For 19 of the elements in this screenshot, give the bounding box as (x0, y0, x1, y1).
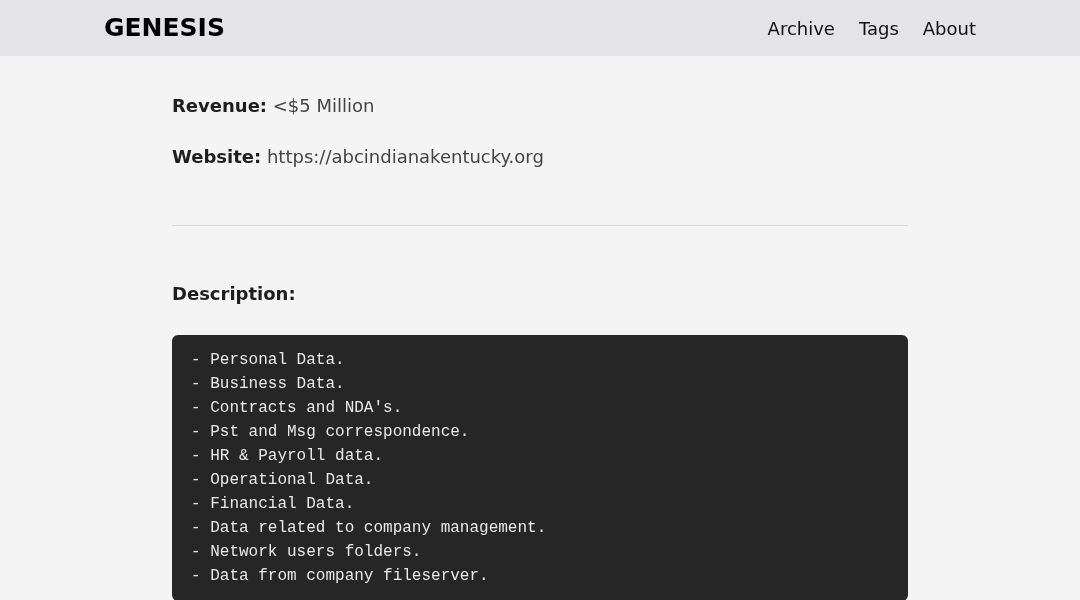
code-line: - Contracts and NDA's. (191, 398, 403, 419)
nav-link[interactable]: About (922, 14, 976, 42)
nav-link[interactable]: Tags (858, 14, 899, 42)
field-label: Website: (172, 146, 262, 167)
code-line: - Network users folders. (191, 542, 422, 563)
code-line: - Operational Data. (191, 470, 374, 491)
code-line: - HR & Payroll data. (191, 446, 384, 467)
code-line: - Personal Data. (191, 350, 345, 371)
code-line: - Data from company fileserver. (191, 566, 489, 587)
site-logo[interactable]: GENESIS (104, 9, 225, 47)
code-line: - Pst and Msg correspondence. (191, 422, 470, 443)
field-value: <$5 Million (272, 95, 375, 116)
code-line: - Data related to company management. (191, 518, 547, 539)
code-line: - Financial Data. (191, 494, 355, 515)
field-label: Revenue: (172, 95, 268, 116)
field-value: https://abcindianakentucky.org (266, 146, 544, 167)
nav-link[interactable]: Archive (767, 14, 835, 42)
code-line: - Business Data. (191, 374, 345, 395)
section-heading: Description: (172, 282, 297, 306)
